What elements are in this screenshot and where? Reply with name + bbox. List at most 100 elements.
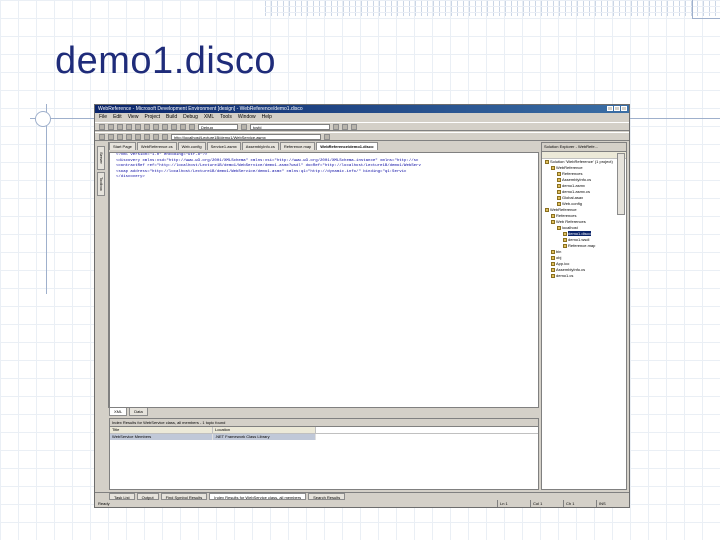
menu-help[interactable]: Help xyxy=(262,113,272,121)
tree-item-label: demo1.cs xyxy=(556,273,574,278)
add-item-icon[interactable] xyxy=(108,123,114,130)
maximize-button[interactable] xyxy=(614,106,620,111)
close-button[interactable] xyxy=(621,106,627,111)
minimize-button[interactable] xyxy=(607,106,613,111)
index-results-panel: Index Results for WebService class, all … xyxy=(109,418,539,490)
menu-view[interactable]: View xyxy=(128,113,139,121)
tab-assemblyinfo[interactable]: AssemblyInfo.cs xyxy=(241,142,279,150)
decorative-corner-box xyxy=(692,0,720,19)
url-combo[interactable]: http://localhost/Lecture1B/demo1/WebServ… xyxy=(171,133,321,140)
menu-build[interactable]: Build xyxy=(166,113,177,121)
cut-icon[interactable] xyxy=(144,123,150,130)
left-dock-strip: Server Toolbox xyxy=(95,142,109,408)
start-icon[interactable] xyxy=(189,123,195,130)
slide-title: demo1.disco xyxy=(55,40,276,82)
file-icon xyxy=(551,219,555,224)
column-location[interactable]: Location xyxy=(213,427,316,433)
tab-data-view[interactable]: Data xyxy=(129,408,148,416)
file-icon xyxy=(557,183,561,188)
solution-explorer-icon[interactable] xyxy=(333,123,339,130)
tree-item[interactable]: demo1.cs xyxy=(542,273,626,279)
paste-icon[interactable] xyxy=(162,123,168,130)
tree-item-label: References xyxy=(562,171,583,176)
tree-item-label: AssemblyInfo.cs xyxy=(562,177,592,182)
web-toolbar: http://localhost/Lecture1B/demo1/WebServ… xyxy=(95,132,629,141)
configuration-select[interactable]: Debug xyxy=(198,123,238,130)
tab-search-results[interactable]: Search Results xyxy=(308,493,346,500)
properties-side-tab[interactable] xyxy=(617,153,625,215)
tab-output[interactable]: Output xyxy=(136,493,159,500)
file-icon xyxy=(563,243,567,248)
tab-reference-map[interactable]: Reference.map xyxy=(279,142,316,150)
tab-xml-view[interactable]: XML xyxy=(109,408,128,416)
tree-item-label: localhost xyxy=(562,225,578,230)
tab-start-page[interactable]: Start Page xyxy=(109,142,136,150)
menu-project[interactable]: Project xyxy=(144,113,160,121)
menu-window[interactable]: Window xyxy=(238,113,256,121)
save-icon[interactable] xyxy=(126,123,132,130)
solution-tree: Solution 'WebReference' (1 project) WebRe… xyxy=(542,159,626,279)
status-line: Ln 1 xyxy=(497,500,530,507)
column-title[interactable]: Title xyxy=(110,427,213,433)
tree-item-label: Solution 'WebReference' (1 project) xyxy=(550,159,613,164)
code-editor[interactable]: <?xml version="1.0" encoding="utf-8"?> <… xyxy=(109,152,539,408)
save-all-icon[interactable] xyxy=(135,123,141,130)
stop-icon[interactable] xyxy=(117,133,123,140)
menu-file[interactable]: File xyxy=(99,113,107,121)
tab-webreference-cs[interactable]: WebReference.cs xyxy=(136,142,177,150)
redo-icon[interactable] xyxy=(180,123,186,130)
menu-xml[interactable]: XML xyxy=(204,113,214,121)
file-icon xyxy=(563,231,567,236)
file-icon xyxy=(557,189,561,194)
tree-item-label: AssemblyInfo.cs xyxy=(556,267,586,272)
index-results-header: Index Results for WebService class, all … xyxy=(110,419,538,427)
file-icon xyxy=(551,273,555,278)
favorites-icon[interactable] xyxy=(153,133,159,140)
menu-edit[interactable]: Edit xyxy=(113,113,122,121)
tree-item-label: Web References xyxy=(556,219,586,224)
tree-item-label: demo1.asmx.cs xyxy=(562,189,591,194)
menu-debug[interactable]: Debug xyxy=(183,113,198,121)
tab-index-results[interactable]: Index Results for WebService class, all … xyxy=(209,493,307,500)
file-icon xyxy=(557,201,561,206)
tree-item-label: App.ico xyxy=(556,261,570,266)
tab-service1-asmx[interactable]: Service1.asmx xyxy=(206,142,241,150)
decorative-vertical-line xyxy=(46,104,47,294)
go-icon[interactable] xyxy=(324,133,330,140)
font-size-icon[interactable] xyxy=(162,133,168,140)
refresh-icon[interactable] xyxy=(126,133,132,140)
standard-toolbar: Debug tcsfd xyxy=(95,122,629,131)
status-char: Ch 1 xyxy=(563,500,596,507)
home-icon[interactable] xyxy=(135,133,141,140)
new-project-icon[interactable] xyxy=(99,123,105,130)
tab-find-symbol-results[interactable]: Find Symbol Results xyxy=(160,493,208,500)
server-explorer-tab[interactable]: Server xyxy=(97,146,105,170)
file-icon xyxy=(557,225,561,230)
tool-window-tabs: Task List Output Find Symbol Results Ind… xyxy=(95,492,629,500)
toolbox-icon[interactable] xyxy=(351,123,357,130)
search-icon[interactable] xyxy=(144,133,150,140)
tab-web-config[interactable]: Web.config xyxy=(177,142,206,150)
undo-icon[interactable] xyxy=(171,123,177,130)
find-in-files-icon[interactable] xyxy=(241,123,247,130)
file-icon xyxy=(551,165,555,170)
status-column: Col 1 xyxy=(530,500,563,507)
tab-task-list[interactable]: Task List xyxy=(109,493,135,500)
table-row[interactable]: WebService Members .NET Framework Class … xyxy=(110,434,538,440)
tree-item-label: demo1.disco xyxy=(568,231,591,236)
open-icon[interactable] xyxy=(117,123,123,130)
ide-window-screenshot: WebReference - Microsoft Development Env… xyxy=(94,104,630,508)
status-text: Ready xyxy=(98,501,110,506)
back-icon[interactable] xyxy=(99,133,105,140)
copy-icon[interactable] xyxy=(153,123,159,130)
properties-icon[interactable] xyxy=(342,123,348,130)
decorative-top-band xyxy=(265,0,720,16)
result-location: .NET Framework Class Library xyxy=(213,434,316,440)
forward-icon[interactable] xyxy=(108,133,114,140)
menu-tools[interactable]: Tools xyxy=(220,113,232,121)
find-combo[interactable]: tcsfd xyxy=(250,123,330,130)
tab-demo1-disco[interactable]: WebReference/demo1.disco xyxy=(316,142,378,150)
tree-item-label: bin xyxy=(556,249,562,254)
file-icon xyxy=(551,267,555,272)
toolbox-tab[interactable]: Toolbox xyxy=(97,172,105,196)
